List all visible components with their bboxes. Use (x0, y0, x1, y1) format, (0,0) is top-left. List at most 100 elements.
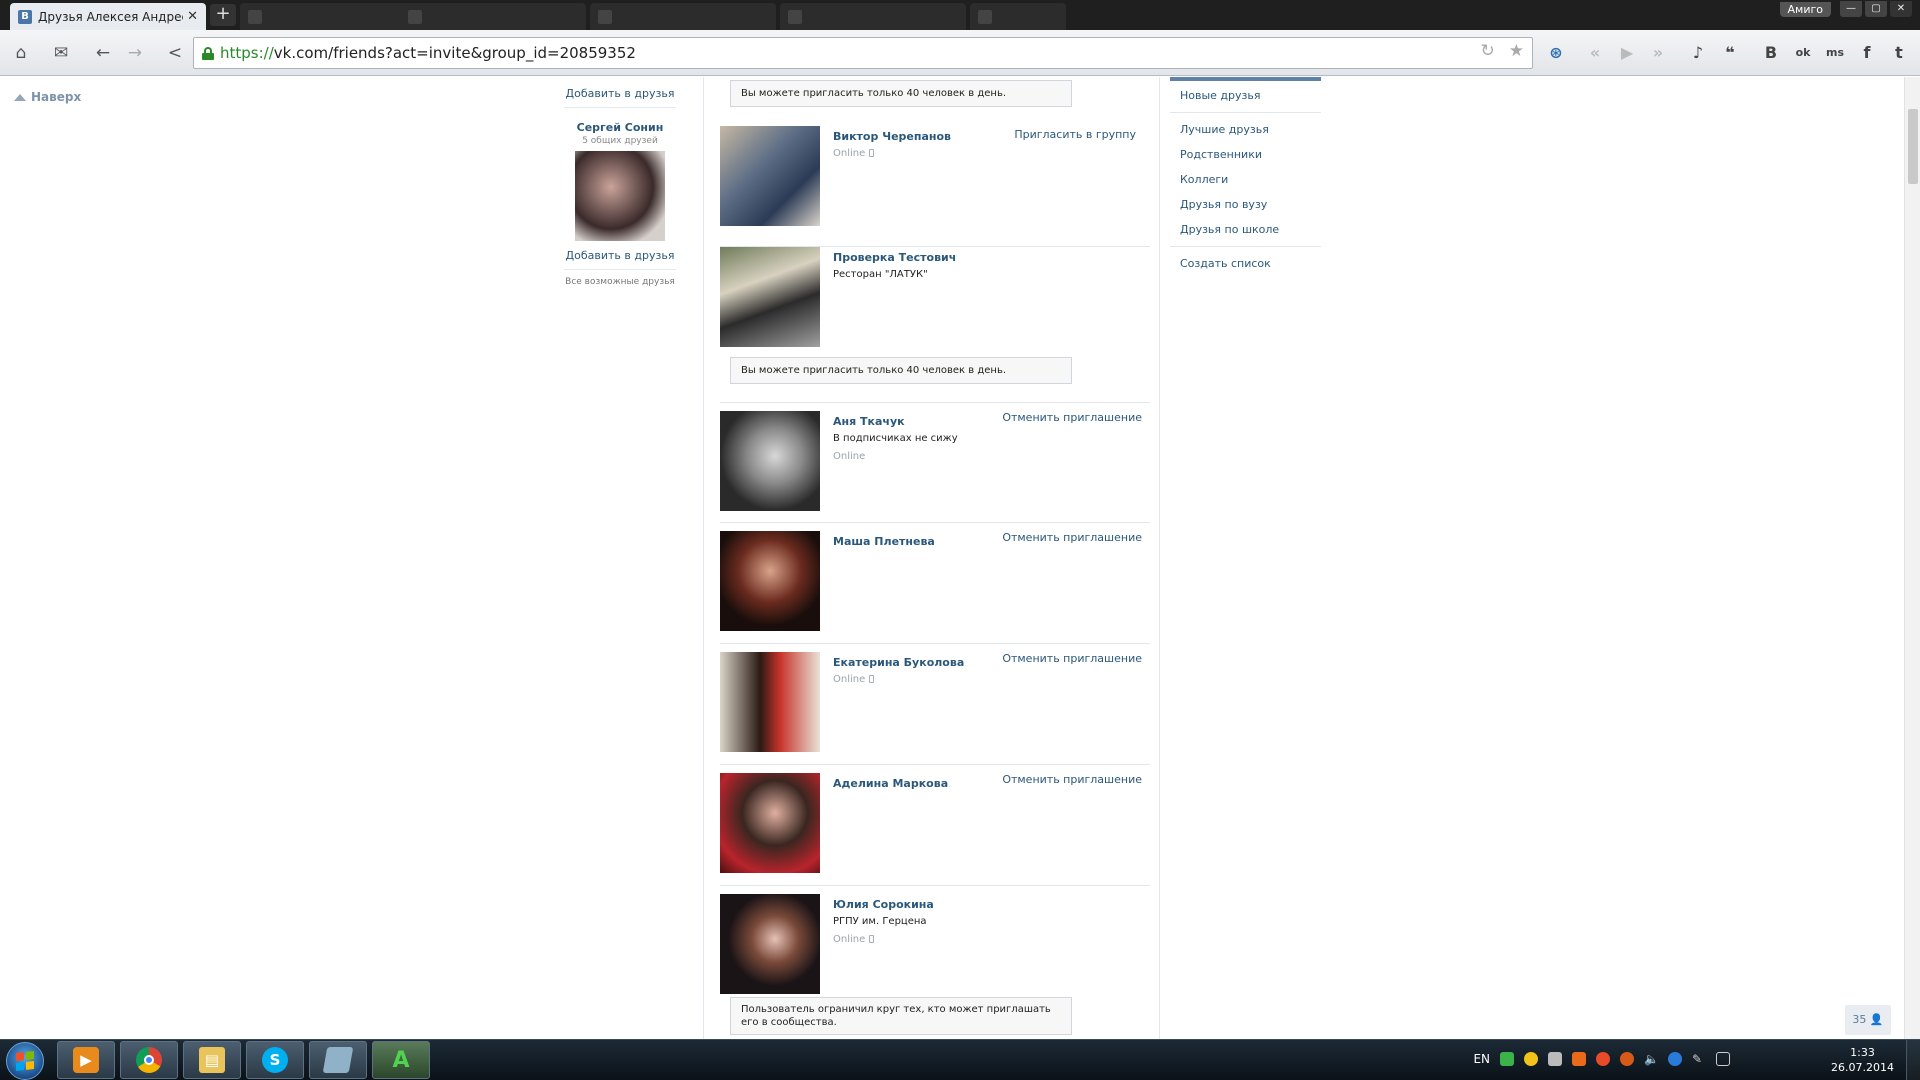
media-next-icon[interactable]: » (1645, 40, 1671, 66)
tray-app-icon[interactable] (1572, 1052, 1586, 1066)
clock-time: 1:33 (1850, 1046, 1875, 1059)
invite-list: Вы можете пригласить только 40 человек в… (703, 77, 1160, 1039)
show-desktop-button[interactable] (1906, 1040, 1920, 1080)
notes-app[interactable] (309, 1041, 367, 1079)
menu-relatives[interactable]: Родственники (1170, 148, 1321, 161)
avatar[interactable] (720, 126, 820, 226)
cancel-invite-button[interactable]: Отменить приглашение (1002, 411, 1142, 424)
chrome-app[interactable] (120, 1041, 178, 1079)
clock-date: 26.07.2014 (1831, 1061, 1894, 1074)
close-window-icon[interactable]: ✕ (1890, 1, 1912, 17)
online-counter[interactable]: 35 👤 (1845, 1005, 1891, 1035)
amigo-app[interactable]: A (372, 1041, 430, 1079)
chat-icon[interactable]: ❝ (1717, 40, 1743, 66)
avatar[interactable] (720, 411, 820, 511)
tray-notify-icon[interactable] (1596, 1052, 1610, 1066)
media-prev-icon[interactable]: « (1582, 40, 1608, 66)
person-name[interactable]: Аделина Маркова (833, 777, 948, 790)
mail-icon[interactable]: ✉ (48, 40, 74, 66)
menu-new-friends[interactable]: Новые друзья (1170, 89, 1321, 102)
mutual-friends[interactable]: 5 общих друзей (560, 136, 680, 146)
back-icon[interactable]: ← (90, 40, 116, 66)
ok-icon[interactable]: ok (1790, 40, 1816, 66)
action-center-icon[interactable] (1716, 1052, 1730, 1066)
all-possible-friends-link[interactable]: Все возможные друзья (560, 277, 680, 287)
person-name[interactable]: Проверка Тестович (833, 251, 956, 264)
volume-icon[interactable]: 🔈 (1644, 1052, 1659, 1066)
to-top-link[interactable]: Наверх (14, 90, 81, 104)
menu-create-list[interactable]: Создать список (1170, 257, 1321, 270)
url-text: https://vk.com/friends?act=invite&group_… (220, 44, 636, 62)
music-icon[interactable]: ♪ (1685, 40, 1711, 66)
person-name[interactable]: Аня Ткачук (833, 415, 905, 428)
add-friend-link[interactable]: Добавить в друзья (560, 249, 680, 262)
tab-active[interactable]: В Друзья Алексея Андреева ✕ (10, 3, 206, 30)
language-indicator[interactable]: EN (1473, 1052, 1490, 1066)
maximize-icon[interactable]: ▢ (1865, 1, 1887, 17)
tab-background[interactable] (970, 3, 1066, 30)
cancel-invite-button[interactable]: Отменить приглашение (1002, 773, 1142, 786)
taskbar: ▶ ▤ S A EN 🔈 ✎ 1:33 26.07.2014 (0, 1039, 1920, 1080)
menu-school-friends[interactable]: Друзья по школе (1170, 223, 1321, 236)
online-status: Online (833, 934, 875, 945)
forward-icon[interactable]: → (122, 40, 148, 66)
vk-icon[interactable]: В (1758, 40, 1784, 66)
bookmark-star-icon[interactable]: ★ (1509, 41, 1524, 61)
new-tab-button[interactable]: + (210, 4, 236, 26)
moimir-icon[interactable]: ms (1822, 40, 1848, 66)
scrollbar-thumb[interactable] (1908, 109, 1918, 184)
person-name[interactable]: Юлия Сорокина (833, 898, 934, 911)
amigo-tray-icon[interactable] (1500, 1052, 1514, 1066)
invite-button[interactable]: Пригласить в группу (1014, 128, 1136, 141)
tab-background[interactable] (590, 3, 776, 30)
tray-alert-icon[interactable] (1620, 1052, 1634, 1066)
windows-logo-icon (16, 1051, 34, 1071)
tab-strip: В Друзья Алексея Андреева ✕ + Амиго — ▢ … (0, 0, 1920, 30)
cancel-invite-button[interactable]: Отменить приглашение (1002, 531, 1142, 544)
explorer-app[interactable]: ▤ (183, 1041, 241, 1079)
tray-tools-icon[interactable]: ✎ (1692, 1052, 1706, 1066)
clock[interactable]: 1:33 26.07.2014 (1831, 1045, 1894, 1075)
twitter-icon[interactable]: t (1886, 40, 1912, 66)
minimize-icon[interactable]: — (1840, 1, 1862, 17)
suggest-name[interactable]: Сергей Сонин (560, 121, 680, 134)
avatar[interactable] (720, 531, 820, 631)
tab-close-icon[interactable]: ✕ (187, 9, 198, 24)
mobile-icon (869, 149, 875, 157)
tab-background[interactable] (780, 3, 966, 30)
tray-status-icon[interactable] (1524, 1052, 1538, 1066)
tray-update-icon[interactable] (1668, 1052, 1682, 1066)
add-friend-link[interactable]: Добавить в друзья (560, 87, 680, 100)
home-icon[interactable]: ⌂ (8, 40, 34, 66)
reload-icon[interactable]: ↻ (1481, 41, 1495, 61)
share-icon[interactable]: < (162, 40, 188, 66)
avatar[interactable] (720, 894, 820, 994)
facebook-icon[interactable]: f (1854, 40, 1880, 66)
avatar[interactable] (720, 652, 820, 752)
profile-button[interactable]: Амиго (1779, 1, 1831, 17)
tab-background[interactable] (400, 3, 586, 30)
menu-uni-friends[interactable]: Друзья по вузу (1170, 198, 1321, 211)
person-name[interactable]: Екатерина Буколова (833, 656, 964, 669)
menu-colleagues[interactable]: Коллеги (1170, 173, 1321, 186)
media-play-icon[interactable]: ▶ (1614, 40, 1640, 66)
play-icon: ▶ (73, 1047, 99, 1073)
tab-favicon-icon (248, 9, 262, 24)
network-icon[interactable] (1548, 1052, 1562, 1066)
list-item: Екатерина Буколова Online Отменить пригл… (720, 644, 1150, 765)
suggest-avatar[interactable] (575, 151, 665, 241)
media-player-app[interactable]: ▶ (57, 1041, 115, 1079)
avatar[interactable] (720, 773, 820, 873)
list-item: Аделина Маркова Отменить приглашение (720, 765, 1150, 886)
odnoklassniki-mail-icon[interactable]: ⊛ (1543, 40, 1569, 66)
start-button[interactable] (6, 1042, 44, 1080)
menu-best-friends[interactable]: Лучшие друзья (1170, 123, 1321, 136)
skype-app[interactable]: S (246, 1041, 304, 1079)
tab-background[interactable] (240, 3, 426, 30)
person-name[interactable]: Виктор Черепанов (833, 130, 951, 143)
cancel-invite-button[interactable]: Отменить приглашение (1002, 652, 1142, 665)
person-name[interactable]: Маша Плетнева (833, 535, 935, 548)
page-scrollbar[interactable] (1904, 77, 1920, 1039)
avatar[interactable] (720, 247, 820, 347)
address-bar[interactable]: https://vk.com/friends?act=invite&group_… (193, 37, 1533, 69)
